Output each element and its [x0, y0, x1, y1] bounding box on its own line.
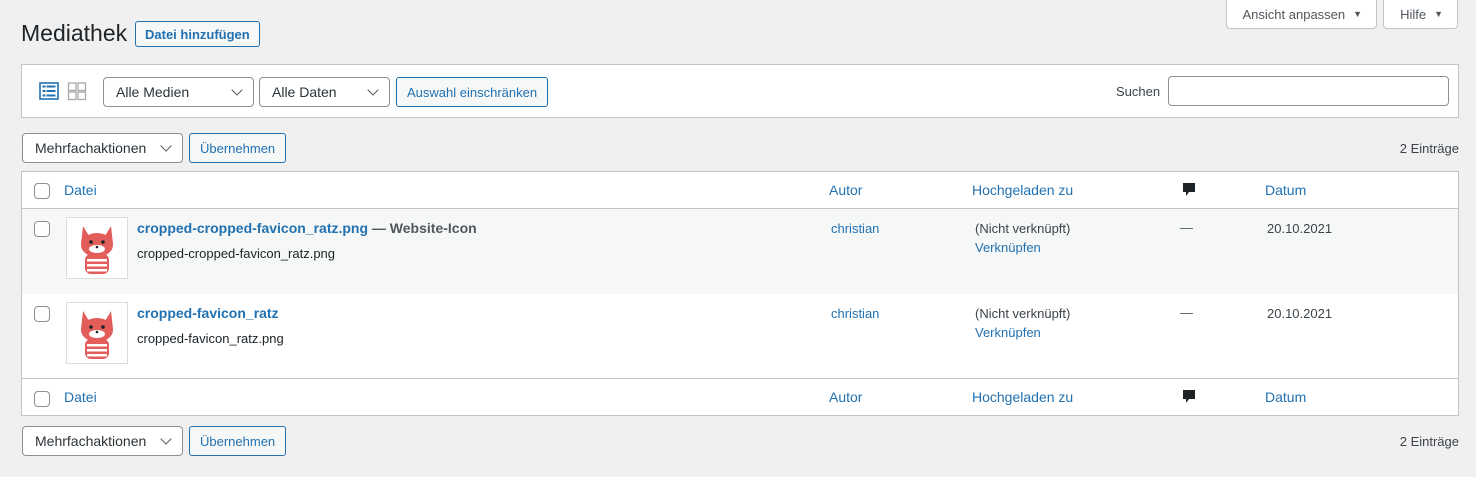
column-date[interactable]: Datum	[1265, 389, 1306, 405]
comment-bubble-icon[interactable]	[1182, 182, 1196, 201]
upload-date: 20.10.2021	[1267, 306, 1333, 321]
items-count: 2 Einträge	[1399, 434, 1459, 449]
chevron-down-icon	[367, 84, 379, 96]
view-options-button[interactable]: Ansicht anpassen ▼	[1225, 0, 1378, 29]
post-state: — Website-Icon	[368, 220, 477, 236]
date-filter-select[interactable]: Alle Daten	[259, 77, 390, 107]
caret-down-icon: ▼	[1434, 9, 1443, 19]
media-title: cropped-favicon_ratz	[137, 305, 279, 321]
filter-button[interactable]: Auswahl einschränken	[396, 77, 549, 107]
media-title-link[interactable]: cropped-favicon_ratz	[137, 305, 279, 321]
column-author[interactable]: Autor	[829, 182, 862, 198]
view-options-label: Ansicht anpassen	[1242, 6, 1346, 22]
table-footer: Datei Autor Hochgeladen zu Datum	[22, 378, 1458, 415]
help-label: Hilfe	[1400, 6, 1427, 22]
uploaded-to-status: (Nicht verknüpft)	[975, 221, 1071, 236]
select-all-checkbox[interactable]	[34, 183, 50, 199]
attach-link[interactable]: Verknüpfen	[975, 325, 1041, 340]
help-button[interactable]: Hilfe ▼	[1383, 0, 1458, 29]
list-view-icon[interactable]	[39, 81, 59, 101]
author-link[interactable]: christian	[831, 306, 879, 321]
page-title: Mediathek	[21, 20, 128, 46]
apply-button[interactable]: Übernehmen	[189, 426, 287, 456]
comments-count: —	[1180, 305, 1193, 320]
bulk-action-select[interactable]: Mehrfachaktionen	[22, 426, 183, 456]
select-all-checkbox[interactable]	[34, 391, 50, 407]
grid-view-icon[interactable]	[67, 81, 87, 101]
bulk-actions-top: Mehrfachaktionen Übernehmen 2 Einträge	[22, 133, 1459, 165]
column-uploaded-to[interactable]: Hochgeladen zu	[972, 182, 1073, 198]
bulk-action-select[interactable]: Mehrfachaktionen	[22, 133, 183, 163]
media-thumbnail[interactable]	[66, 302, 128, 364]
table-row: cropped-cropped-favicon_ratz.png — Websi…	[22, 209, 1458, 294]
chevron-down-icon	[231, 84, 243, 96]
attach-link[interactable]: Verknüpfen	[975, 240, 1041, 255]
chevron-down-icon	[160, 140, 172, 152]
search-input[interactable]	[1168, 76, 1449, 106]
author-link[interactable]: christian	[831, 221, 879, 236]
media-title: cropped-cropped-favicon_ratz.png	[137, 220, 369, 236]
search-label: Suchen	[1116, 84, 1161, 99]
column-file[interactable]: Datei	[64, 389, 97, 405]
table-header: Datei Autor Hochgeladen zu Datum	[22, 172, 1458, 209]
apply-button[interactable]: Übernehmen	[189, 133, 287, 163]
bulk-actions-bottom: Mehrfachaktionen Übernehmen 2 Einträge	[22, 426, 1459, 458]
column-author[interactable]: Autor	[829, 389, 862, 405]
table-row: cropped-favicon_ratz cropped-favicon_rat…	[22, 294, 1458, 379]
screen-meta-links: Ansicht anpassen ▼ Hilfe ▼	[1225, 0, 1458, 29]
chevron-down-icon	[160, 433, 172, 445]
column-file[interactable]: Datei	[64, 182, 97, 198]
items-count: 2 Einträge	[1399, 141, 1459, 156]
row-checkbox[interactable]	[34, 221, 50, 237]
comments-count: —	[1180, 220, 1193, 235]
media-type-value: Alle Medien	[116, 84, 190, 100]
row-checkbox[interactable]	[34, 306, 50, 322]
bulk-action-value: Mehrfachaktionen	[35, 433, 147, 449]
uploaded-to-status: (Nicht verknüpft)	[975, 306, 1071, 321]
media-type-select[interactable]: Alle Medien	[103, 77, 254, 107]
upload-date: 20.10.2021	[1267, 221, 1333, 236]
media-title-link[interactable]: cropped-cropped-favicon_ratz.png — Websi…	[137, 220, 477, 236]
media-filename: cropped-favicon_ratz.png	[137, 331, 284, 346]
add-new-file-button[interactable]: Datei hinzufügen	[135, 21, 260, 47]
media-table: Datei Autor Hochgeladen zu Datum cropped…	[21, 171, 1459, 416]
media-filename: cropped-cropped-favicon_ratz.png	[137, 246, 336, 261]
bulk-action-value: Mehrfachaktionen	[35, 140, 147, 156]
caret-down-icon: ▼	[1353, 9, 1363, 19]
date-filter-value: Alle Daten	[272, 84, 337, 100]
comment-bubble-icon[interactable]	[1182, 389, 1196, 408]
column-uploaded-to[interactable]: Hochgeladen zu	[972, 389, 1073, 405]
column-date[interactable]: Datum	[1265, 182, 1306, 198]
media-thumbnail[interactable]	[66, 217, 128, 279]
media-filter-bar: Alle Medien Alle Daten Auswahl einschrän…	[21, 64, 1459, 118]
